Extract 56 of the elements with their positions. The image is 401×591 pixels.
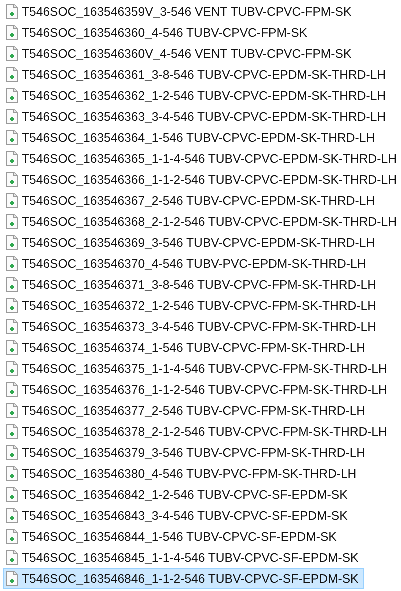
- file-item[interactable]: T546SOC_163546842_1-2-546 TUBV-CPVC-SF-EPDM-SK: [3, 484, 353, 505]
- file-item[interactable]: T546SOC_163546374_1-546 TUBV-CPVC-FPM-SK-THRD-LH: [3, 337, 371, 358]
- file-icon: [6, 445, 18, 460]
- file-item[interactable]: T546SOC_163546365_1-1-4-546 TUBV-CPVC-EPDM-SK-THRD-LH: [3, 148, 401, 169]
- file-item[interactable]: T546SOC_163546371_3-8-546 TUBV-CPVC-FPM-SK-THRD-LH: [3, 274, 382, 295]
- file-item[interactable]: T546SOC_163546367_2-546 TUBV-CPVC-EPDM-SK-THRD-LH: [3, 190, 380, 211]
- file-icon: [6, 340, 18, 355]
- file-icon: [6, 571, 18, 586]
- file-item[interactable]: T546SOC_163546359V_3-546 VENT TUBV-CPVC-FPM-SK: [3, 1, 357, 22]
- file-icon: [6, 151, 18, 166]
- file-item[interactable]: T546SOC_163546379_3-546 TUBV-CPVC-FPM-SK-THRD-LH: [3, 442, 371, 463]
- file-icon: [6, 466, 18, 481]
- file-icon: [6, 214, 18, 229]
- file-icon: [6, 25, 18, 40]
- file-icon: [6, 382, 18, 397]
- file-icon: [6, 403, 18, 418]
- file-icon: [6, 88, 18, 103]
- file-item[interactable]: T546SOC_163546380_4-546 TUBV-PVC-FPM-SK-THRD-LH: [3, 463, 362, 484]
- file-item[interactable]: T546SOC_163546370_4-546 TUBV-PVC-EPDM-SK-THRD-LH: [3, 253, 372, 274]
- file-icon: [6, 109, 18, 124]
- file-item[interactable]: T546SOC_163546360V_4-546 VENT TUBV-CPVC-FPM-SK: [3, 43, 357, 64]
- file-icon: [6, 46, 18, 61]
- file-icon: [6, 67, 18, 82]
- file-item[interactable]: T546SOC_163546368_2-1-2-546 TUBV-CPVC-EPDM-SK-THRD-LH: [3, 211, 401, 232]
- file-icon: [6, 172, 18, 187]
- file-item[interactable]: T546SOC_163546846_1-1-2-546 TUBV-CPVC-SF-EPDM-SK: [3, 568, 364, 589]
- file-item[interactable]: T546SOC_163546378_2-1-2-546 TUBV-CPVC-FPM-SK-THRD-LH: [3, 421, 392, 442]
- file-item[interactable]: T546SOC_163546373_3-4-546 TUBV-CPVC-FPM-SK-THRD-LH: [3, 316, 382, 337]
- file-icon: [6, 235, 18, 250]
- file-icon: [6, 4, 18, 19]
- file-item[interactable]: T546SOC_163546366_1-1-2-546 TUBV-CPVC-EPDM-SK-THRD-LH: [3, 169, 401, 190]
- file-icon: [6, 361, 18, 376]
- file-icon: [6, 277, 18, 292]
- file-icon: [6, 319, 18, 334]
- file-icon: [6, 256, 18, 271]
- file-icon: [6, 487, 18, 502]
- file-item[interactable]: T546SOC_163546843_3-4-546 TUBV-CPVC-SF-EPDM-SK: [3, 505, 353, 526]
- file-item[interactable]: T546SOC_163546364_1-546 TUBV-CPVC-EPDM-SK-THRD-LH: [3, 127, 380, 148]
- file-item[interactable]: T546SOC_163546375_1-1-4-546 TUBV-CPVC-FPM-SK-THRD-LH: [3, 358, 392, 379]
- file-item[interactable]: T546SOC_163546376_1-1-2-546 TUBV-CPVC-FPM-SK-THRD-LH: [3, 379, 392, 400]
- file-item[interactable]: T546SOC_163546844_1-546 TUBV-CPVC-SF-EPDM-SK: [3, 526, 342, 547]
- file-icon: [6, 529, 18, 544]
- file-icon: [6, 193, 18, 208]
- file-item[interactable]: T546SOC_163546845_1-1-4-546 TUBV-CPVC-SF-EPDM-SK: [3, 547, 364, 568]
- file-item[interactable]: T546SOC_163546363_3-4-546 TUBV-CPVC-EPDM-SK-THRD-LH: [3, 106, 392, 127]
- file-icon: [6, 130, 18, 145]
- file-icon: [6, 424, 18, 439]
- file-item[interactable]: T546SOC_163546360_4-546 TUBV-CPVC-FPM-SK: [3, 22, 312, 43]
- file-item[interactable]: T546SOC_163546377_2-546 TUBV-CPVC-FPM-SK-THRD-LH: [3, 400, 371, 421]
- file-item[interactable]: T546SOC_163546361_3-8-546 TUBV-CPVC-EPDM-SK-THRD-LH: [3, 64, 392, 85]
- file-item[interactable]: T546SOC_163546362_1-2-546 TUBV-CPVC-EPDM-SK-THRD-LH: [3, 85, 392, 106]
- file-icon: [6, 550, 18, 565]
- file-icon: [6, 298, 18, 313]
- file-icon: [6, 508, 18, 523]
- file-item[interactable]: T546SOC_163546369_3-546 TUBV-CPVC-EPDM-SK-THRD-LH: [3, 232, 380, 253]
- file-item[interactable]: T546SOC_163546372_1-2-546 TUBV-CPVC-FPM-SK-THRD-LH: [3, 295, 382, 316]
